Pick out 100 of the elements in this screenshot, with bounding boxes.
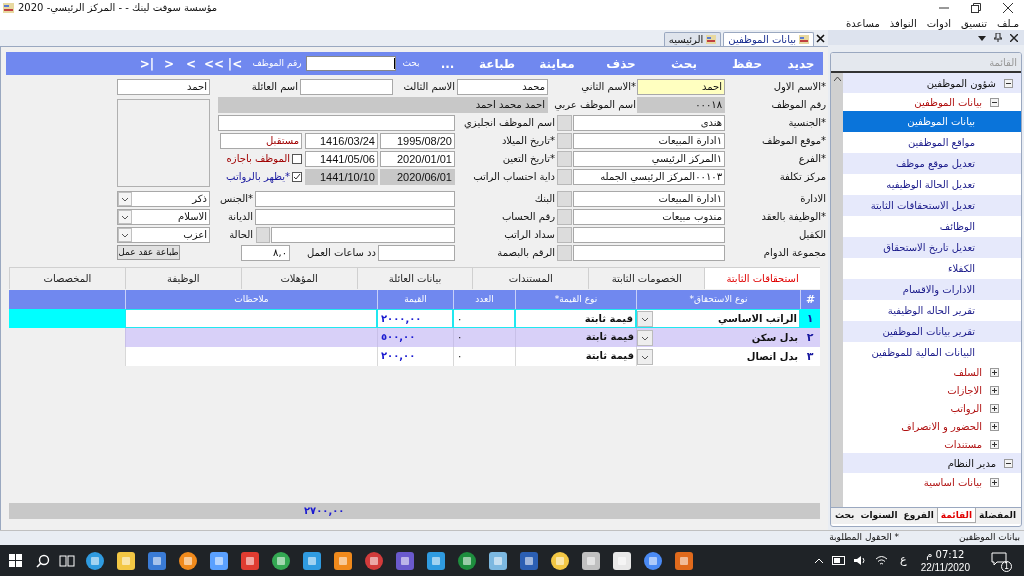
tree-item[interactable]: تعديل تاريخ الاستحقاق [843,237,1021,258]
date-field[interactable]: 1416/03/24 [305,133,378,149]
text-field[interactable]: هندى [573,115,725,131]
tab[interactable]: المستندات [472,267,589,289]
text-field[interactable] [255,191,455,207]
tab[interactable]: استحقاقات الثابتة [704,267,820,289]
menu-item[interactable]: تنسيق [959,16,989,30]
document-tab[interactable]: الرئيسيه [663,32,722,46]
text-field[interactable]: احمد [637,79,725,95]
expand-icon[interactable] [990,403,999,413]
expand-icon[interactable] [990,421,999,431]
app-icon[interactable] [332,549,354,572]
tab[interactable]: بيانات العائلة [356,267,473,289]
text-field[interactable] [573,245,725,261]
document-tab[interactable]: بيانات الموظفين [723,32,814,46]
volume-icon[interactable] [854,555,868,566]
text-field[interactable] [573,227,725,243]
tab[interactable]: المخصصات [9,267,125,289]
app-icon[interactable] [208,549,230,572]
text-field[interactable]: ٠٠٠١٨ [637,97,725,113]
app-icon[interactable] [518,549,540,572]
tree-item[interactable]: تقرير بيانات الموظفين [843,321,1021,342]
table-row[interactable]: ١ الراتب الاساسي قيمة ثابتة ٠ ٢٠٠٠,٠٠ [9,309,820,328]
checkbox[interactable] [292,172,302,182]
tree-item[interactable]: الحضور و الانصراف [843,417,1021,435]
search-icon[interactable] [36,553,50,568]
text-field[interactable]: ٨,٠ [241,245,290,261]
tree-item[interactable]: تعديل موقع موظف [843,153,1021,174]
tree-item[interactable]: الاجازات [843,381,1021,399]
tab[interactable]: المؤهلات [240,267,357,289]
date-field[interactable]: 1441/10/10 [305,169,378,185]
dropdown[interactable]: اعزب [117,227,210,243]
search-field[interactable] [306,56,396,71]
text-field[interactable]: ١ادارة المبيعات [573,191,725,207]
tree-item[interactable]: الادارات والاقسام [843,279,1021,300]
print-contract-button[interactable]: طباعة عقد عمل [117,245,180,260]
app-icon[interactable] [115,549,137,572]
tab[interactable]: الخصومات الثابتة [588,267,705,289]
app-icon[interactable] [394,549,416,572]
close-icon[interactable] [1010,33,1018,42]
task-view-icon[interactable] [59,553,75,568]
text-field[interactable]: مندوب مبيعات [573,209,725,225]
text-field[interactable] [378,245,455,261]
restore-icon[interactable] [971,3,981,13]
text-field[interactable] [271,227,455,243]
language-indicator[interactable]: ع [896,552,911,569]
table-cell[interactable]: بدل اتصال [636,347,800,366]
collapse-icon[interactable] [990,97,999,107]
text-field[interactable]: ٠٠١٠٣المركز الرئيسي الجمله [573,169,725,185]
expand-icon[interactable] [990,439,999,449]
scrollbar[interactable] [831,73,843,507]
notification-button[interactable]: 1 [990,549,1012,572]
text-field[interactable] [218,115,455,131]
app-icon[interactable] [146,549,168,572]
app-icon[interactable] [580,549,602,572]
text-field[interactable]: احمد محمد احمد [218,97,548,113]
date-field[interactable]: 2020/06/01 [380,169,455,185]
date-field[interactable]: 1995/08/20 [380,133,455,149]
tab[interactable]: الوظيفة [124,267,241,289]
table-cell[interactable]: الراتب الاساسي [636,309,800,328]
tree-item[interactable]: مدير النظام [843,453,1021,473]
text-field[interactable]: احمد [117,79,210,95]
tab[interactable]: السنوات [857,508,901,523]
chevron-down-icon[interactable] [637,329,653,346]
app-icon[interactable] [611,549,633,572]
text-field[interactable] [300,79,393,95]
tab[interactable]: المفضلة [976,508,1019,523]
expand-icon[interactable] [990,385,999,395]
battery-icon[interactable] [832,556,847,565]
app-icon[interactable] [301,549,323,572]
collapse-icon[interactable] [1004,458,1013,468]
expand-icon[interactable] [990,367,999,377]
checkbox[interactable] [292,154,302,164]
tree-item[interactable]: السلف [843,363,1021,381]
tree-item[interactable]: بيانات الموظفين [843,111,1021,132]
menu-item[interactable]: مساعدة [845,16,881,30]
expand-icon[interactable] [990,477,999,487]
tab[interactable]: القائمة [936,508,976,523]
collapse-icon[interactable] [1004,78,1013,88]
tab[interactable]: بحث [832,508,858,523]
app-icon[interactable] [487,549,509,572]
app-icon[interactable] [673,549,695,572]
dropdown-arrow-icon[interactable] [978,33,986,42]
chevron-down-icon[interactable] [637,310,653,327]
wifi-icon[interactable] [875,555,889,566]
date-field[interactable]: 1441/05/06 [305,151,378,167]
tree-item[interactable]: بيانات الموظفين [843,93,1021,111]
tree-item[interactable]: الرواتب [843,399,1021,417]
text-field[interactable] [255,209,455,225]
table-cell[interactable]: بدل سكن [636,328,800,347]
text-field[interactable]: ١المركز الرئيسي [573,151,725,167]
menu-item[interactable]: ادوات [925,16,952,30]
text-field[interactable]: ١ادارة المبيعات [573,133,725,149]
dropdown[interactable]: ذكر [117,191,210,207]
pin-icon[interactable] [994,33,1002,42]
tree-item[interactable]: شؤون الموظفين [843,73,1021,93]
tree-item[interactable]: مستندات [843,435,1021,453]
tree-item[interactable]: بيانات اساسية [843,473,1021,491]
app-icon[interactable] [239,549,261,572]
app-icon[interactable] [425,549,447,572]
